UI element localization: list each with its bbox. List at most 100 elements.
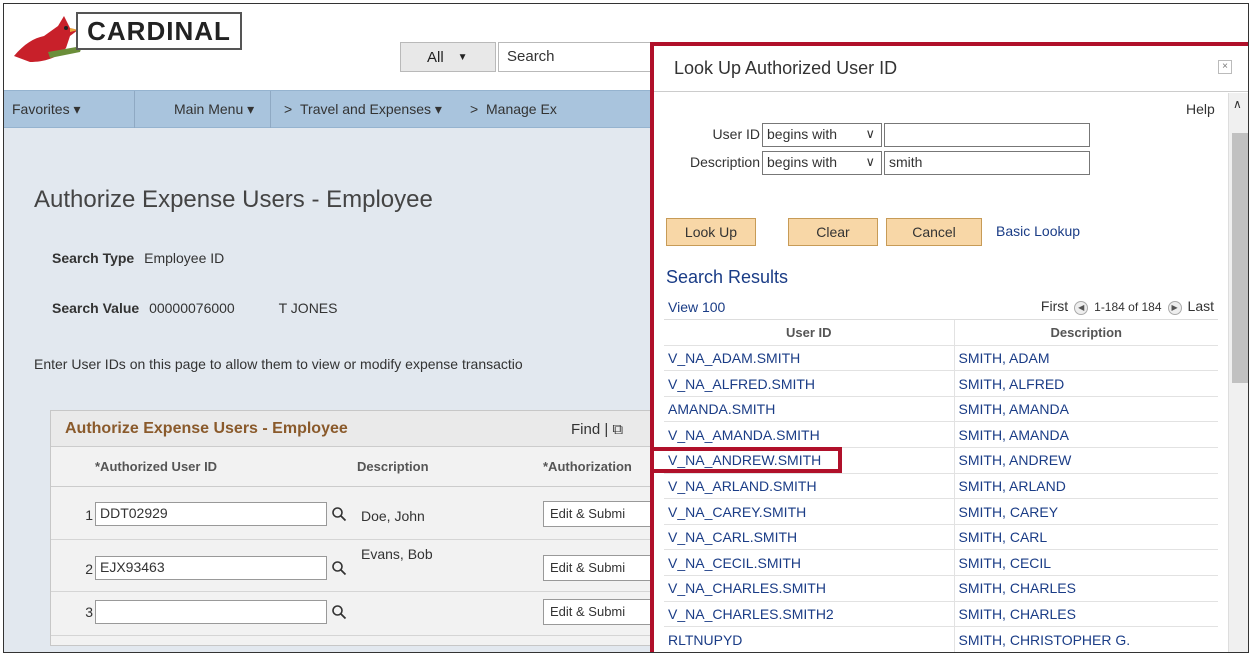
description-operator-select[interactable]: begins with ∨ [762,151,882,175]
table-row[interactable]: V_NA_CHARLES.SMITH SMITH, CHARLES [664,575,1218,602]
breadcrumb-separator: > [470,101,479,117]
lookup-search-icon[interactable] [331,560,347,576]
user-id-input[interactable] [884,123,1090,147]
modal-scrollbar[interactable]: ∧ [1228,93,1248,652]
grid-find-link[interactable]: Find | ⧉ [571,421,623,438]
grid-column-headers: *Authorized User ID Description *Authori… [51,447,669,487]
breadcrumb-separator: > [284,101,293,117]
col-user-id[interactable]: User ID [664,319,955,346]
grid-header: Authorize Expense Users - Employee Find … [51,411,669,447]
result-user-id-link[interactable]: V_NA_CARL.SMITH [664,524,955,551]
selection-highlight-box [654,447,842,473]
nav-favorites[interactable]: Favorites ▾ [12,101,81,118]
table-row[interactable]: V_NA_AMANDA.SMITH SMITH, AMANDA [664,421,1218,449]
col-description[interactable]: Description [954,319,1218,346]
chevron-down-icon: ▼ [457,51,468,63]
authorized-users-grid: Authorize Expense Users - Employee Find … [50,410,673,646]
col-authorized-user-id: *Authorized User ID [95,459,218,474]
modal-titlebar: Look Up Authorized User ID × [654,46,1248,92]
row-number: 2 [85,561,93,577]
search-scope-value: All [427,48,444,66]
close-icon[interactable]: × [1218,60,1232,74]
result-description-link[interactable]: SMITH, ANDREW [954,447,1218,474]
result-user-id-link[interactable]: AMANDA.SMITH [664,396,955,423]
pager: First ◀ 1-184 of 184 ▶ Last [954,294,1218,321]
result-user-id-link[interactable]: V_NA_ARLAND.SMITH [664,473,955,500]
nav-divider [134,91,135,128]
scroll-up-icon[interactable]: ∧ [1233,97,1242,111]
table-row[interactable]: AMANDA.SMITH SMITH, AMANDA [664,396,1218,423]
look-up-button[interactable]: Look Up [666,218,756,246]
table-row[interactable]: V_NA_ALFRED.SMITH SMITH, ALFRED [664,370,1218,397]
result-user-id-link[interactable]: V_NA_CECIL.SMITH [664,549,955,577]
nav-manage-expenses[interactable]: Manage Ex [486,101,557,117]
lookup-search-icon[interactable] [331,604,347,620]
result-description-link[interactable]: SMITH, CHARLES [954,575,1218,602]
user-id-label: User ID [712,126,760,142]
result-user-id-link[interactable]: V_NA_CHARLES.SMITH [664,575,955,602]
nav-main-menu[interactable]: Main Menu ▾ [174,101,254,118]
table-row[interactable]: V_NA_CHARLES.SMITH2 SMITH, CHARLES [664,601,1218,628]
help-link[interactable]: Help [1186,101,1215,117]
result-user-id-link[interactable]: RLTNUPYD [664,626,955,652]
view-100-link[interactable]: View 100 [668,299,725,315]
search-results-table: View 100 First ◀ 1-184 of 184 ▶ Last User ID… [664,294,1218,652]
table-row[interactable]: V_NA_CARL.SMITH SMITH, CARL [664,524,1218,551]
search-scope-select[interactable]: All ▼ [400,42,496,72]
col-description: Description [357,459,429,474]
authorized-user-id-input[interactable]: EJX93463 [95,556,327,580]
result-description-link[interactable]: SMITH, AMANDA [954,421,1218,449]
result-user-id-link[interactable]: V_NA_CHARLES.SMITH2 [664,601,955,628]
table-row[interactable]: V_NA_ADAM.SMITH SMITH, ADAM [664,345,1218,372]
pager-first[interactable]: First [1041,298,1068,314]
nav-divider [270,91,271,128]
result-description-link[interactable]: SMITH, ALFRED [954,370,1218,397]
table-row[interactable]: V_NA_ARLAND.SMITH SMITH, ARLAND [664,473,1218,500]
result-description-link[interactable]: SMITH, AMANDA [954,396,1218,423]
user-id-operator-value: begins with [767,126,838,142]
result-description-link[interactable]: SMITH, CHRISTOPHER G. [954,626,1218,652]
previous-icon[interactable]: ◀ [1074,300,1089,315]
modal-title: Look Up Authorized User ID [674,58,898,78]
lookup-search-icon[interactable] [331,506,347,522]
basic-lookup-link[interactable]: Basic Lookup [996,223,1080,239]
table-row[interactable]: RLTNUPYD SMITH, CHRISTOPHER G. [664,626,1218,652]
result-description-link[interactable]: SMITH, ARLAND [954,473,1218,500]
result-description-link[interactable]: SMITH, CECIL [954,549,1218,577]
result-user-id-link[interactable]: V_NA_CAREY.SMITH [664,498,955,525]
chevron-down-icon: ∨ [865,154,875,169]
search-input[interactable]: Search [498,42,658,72]
result-description-link[interactable]: SMITH, CHARLES [954,601,1218,628]
search-type-label: Search Type [52,250,135,266]
row-number: 3 [85,604,93,620]
cardinal-logo[interactable]: CARDINAL [8,8,244,66]
description-label: Description [689,154,760,170]
result-user-id-link[interactable]: V_NA_AMANDA.SMITH [664,421,955,449]
search-value-row: Search Value 00000076000 T JONES [52,300,337,316]
description-input[interactable]: smith [884,151,1090,175]
clear-button[interactable]: Clear [788,218,878,246]
result-description-link[interactable]: SMITH, CARL [954,524,1218,551]
scrollbar-thumb[interactable] [1232,133,1248,383]
logo-wordmark: CARDINAL [76,12,242,50]
table-row: 3 Edit & Submi [51,592,673,636]
grid-title: Authorize Expense Users - Employee [65,420,348,437]
search-results-title: Search Results [666,267,789,287]
table-row[interactable]: V_NA_CAREY.SMITH SMITH, CAREY [664,498,1218,525]
authorized-user-id-input[interactable] [95,600,327,624]
user-id-operator-select[interactable]: begins with ∨ [762,123,882,147]
lookup-modal: Look Up Authorized User ID × Help User I… [650,42,1248,652]
next-icon[interactable]: ▶ [1167,300,1182,315]
nav-travel-expenses[interactable]: Travel and Expenses ▾ [300,101,442,118]
result-user-id-link[interactable]: V_NA_ADAM.SMITH [664,345,955,372]
cancel-button[interactable]: Cancel [886,218,982,246]
result-user-id-link[interactable]: V_NA_ALFRED.SMITH [664,370,955,397]
search-value-label: Search Value [52,300,140,316]
result-description-link[interactable]: SMITH, CAREY [954,498,1218,525]
results-navigation-row: View 100 First ◀ 1-184 of 184 ▶ Last [664,294,1218,321]
pager-last[interactable]: Last [1188,298,1214,314]
authorized-user-id-input[interactable]: DDT02929 [95,502,327,526]
row-number: 1 [85,507,93,523]
table-row[interactable]: V_NA_CECIL.SMITH SMITH, CECIL [664,549,1218,577]
result-description-link[interactable]: SMITH, ADAM [954,345,1218,372]
